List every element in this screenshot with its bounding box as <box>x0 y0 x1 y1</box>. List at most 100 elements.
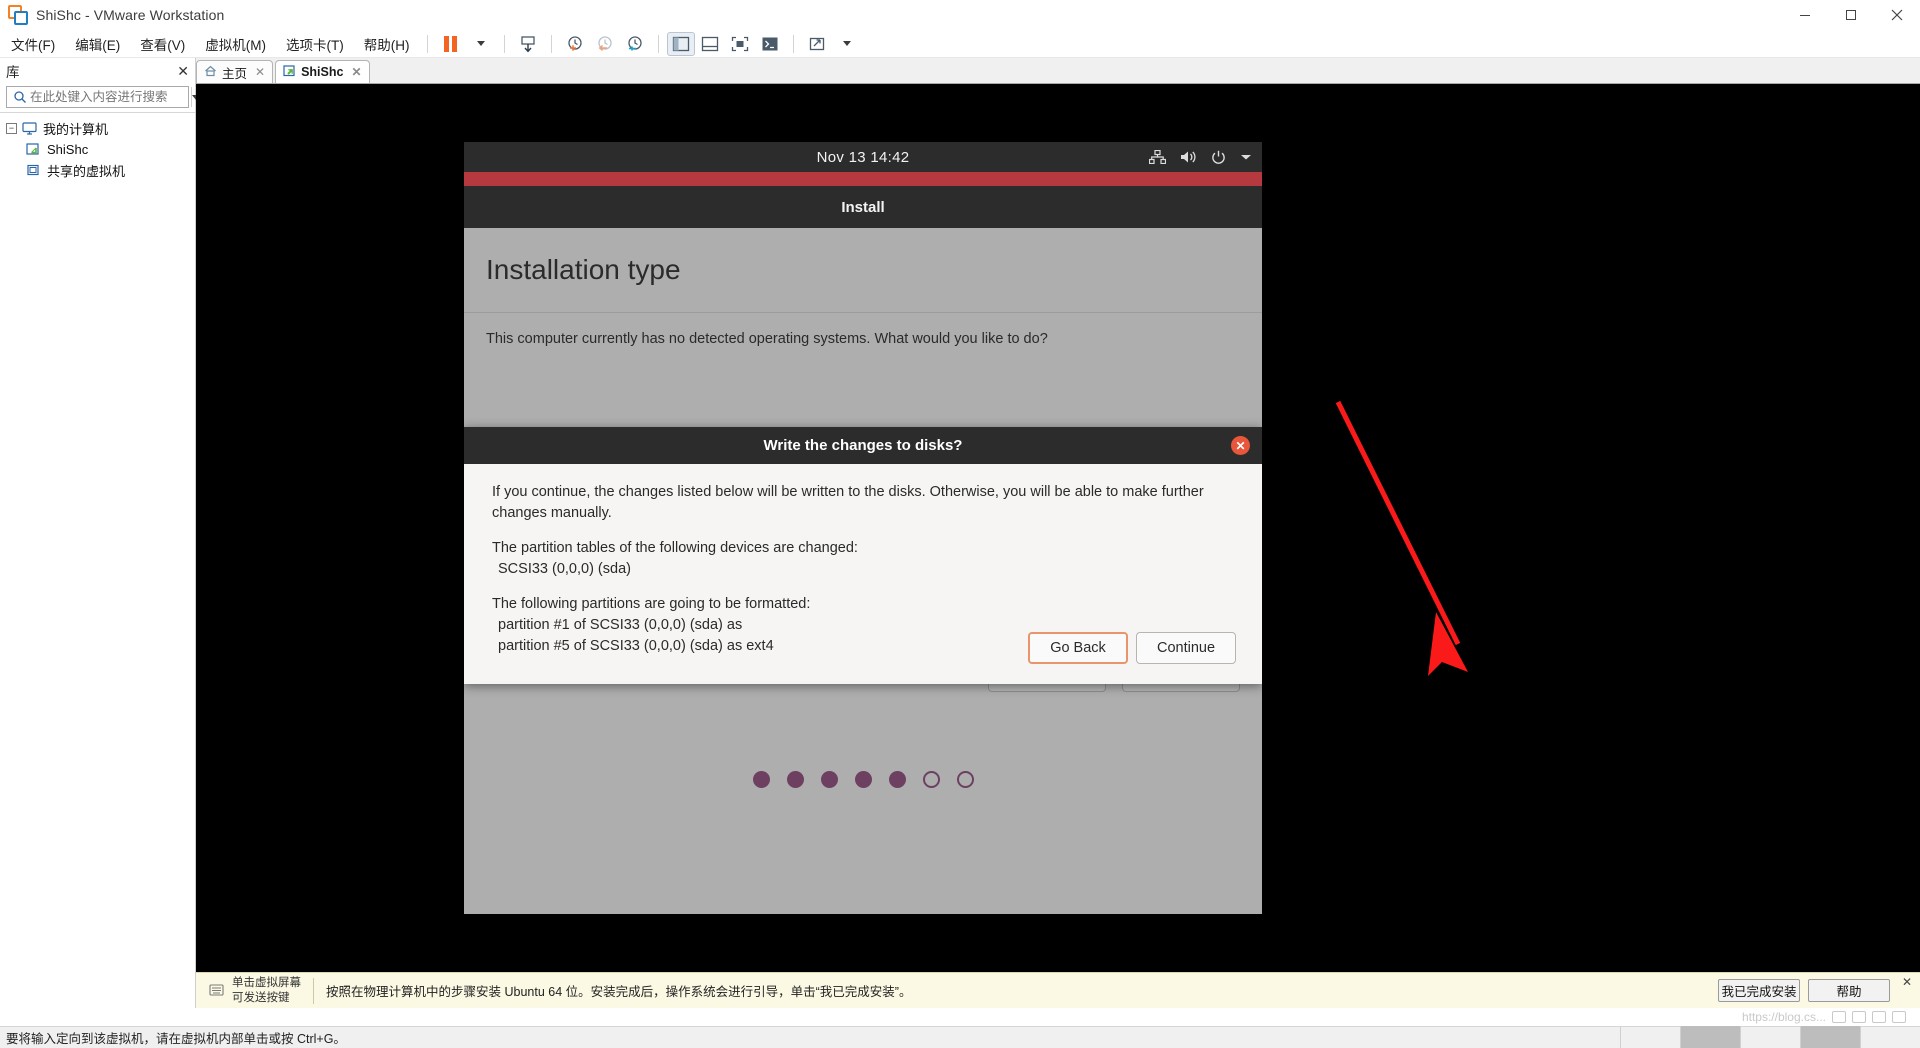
menu-divider <box>792 34 794 53</box>
watermark-icon-1 <box>1832 1011 1846 1023</box>
status-segment <box>1740 1026 1800 1048</box>
watermark-text: https://blog.cs... <box>1741 1010 1826 1024</box>
monitor-icon <box>22 122 38 136</box>
close-button[interactable] <box>1874 0 1920 30</box>
menu-bar: 文件(F) 编辑(E) 查看(V) 虚拟机(M) 选项卡(T) 帮助(H) <box>0 30 1920 58</box>
hint-buttons: 我已完成安装 帮助 <box>1718 979 1890 1002</box>
unity-caret-icon[interactable] <box>832 32 862 56</box>
dropdown-caret-icon[interactable] <box>466 32 496 56</box>
search-icon <box>13 90 27 104</box>
library-close-icon[interactable]: ✕ <box>177 63 189 80</box>
installation-complete-button[interactable]: 我已完成安装 <box>1718 979 1800 1002</box>
status-segment <box>1680 1026 1740 1048</box>
dialog-title-bar: Write the changes to disks? ✕ <box>464 427 1262 464</box>
pause-icon[interactable] <box>436 32 466 56</box>
full-screen-icon[interactable] <box>725 32 755 56</box>
tree-label: 我的计算机 <box>43 122 109 137</box>
library-header: 库 ✕ <box>0 58 195 84</box>
progress-dot <box>820 771 838 788</box>
menu-tabs[interactable]: 选项卡(T) <box>277 31 353 57</box>
keyboard-icon <box>206 983 228 998</box>
tab-home[interactable]: 主页 ✕ <box>196 60 274 83</box>
power-icon[interactable] <box>1211 150 1226 165</box>
dialog-device-line: SCSI33 (0,0,0) (sda) <box>498 561 631 578</box>
window-title: ShiShc - VMware Workstation <box>36 7 225 23</box>
ubuntu-clock: Nov 13 14:42 <box>816 148 910 166</box>
tree-label: 共享的虚拟机 <box>47 164 126 179</box>
progress-dot <box>786 771 804 788</box>
page-subtitle: This computer currently has no detected … <box>486 331 1048 347</box>
vmware-workstation-window: ShiShc - VMware Workstation 文件(F) 编辑(E) … <box>0 0 1920 1048</box>
progress-dot <box>922 771 940 788</box>
ubuntu-top-panel: Nov 13 14:42 <box>464 142 1262 172</box>
shared-vms-icon <box>26 164 42 178</box>
continue-button[interactable]: Continue <box>1136 632 1236 664</box>
menu-help[interactable]: 帮助(H) <box>355 31 419 57</box>
watermark-icon-3 <box>1872 1011 1886 1023</box>
go-back-button[interactable]: Go Back <box>1028 632 1128 664</box>
status-message: 要将输入定向到该虚拟机，请在虚拟机内部单击或按 Ctrl+G。 <box>6 1032 346 1046</box>
menu-divider <box>503 34 505 53</box>
maximize-button[interactable] <box>1828 0 1874 30</box>
status-indicators <box>1620 1026 1920 1048</box>
hint-close-icon[interactable]: ✕ <box>1902 975 1912 989</box>
snapshot-take-icon[interactable] <box>560 32 590 56</box>
ubuntu-system-tray <box>1149 142 1252 172</box>
dialog-title: Write the changes to disks? <box>763 437 963 454</box>
hint-divider <box>313 977 314 1004</box>
dialog-buttons: Go Back Continue <box>1028 632 1236 664</box>
dialog-paragraph-tables: The partition tables of the following de… <box>492 540 858 557</box>
window-controls <box>1782 0 1920 30</box>
status-segment <box>1860 1026 1920 1048</box>
progress-dot <box>888 771 906 788</box>
show-library-icon[interactable] <box>666 31 695 56</box>
menu-view[interactable]: 查看(V) <box>131 31 194 57</box>
hint-message: 按照在物理计算机中的步骤安装 Ubuntu 64 位。安装完成后，操作系统会进行… <box>326 985 912 999</box>
progress-dot <box>956 771 974 788</box>
watermark: https://blog.cs... <box>1742 1010 1906 1024</box>
tab-shishc[interactable]: ShiShc ✕ <box>275 60 370 83</box>
dialog-body: If you continue, the changes listed belo… <box>464 464 1262 657</box>
library-search-box[interactable] <box>6 86 200 108</box>
help-button[interactable]: 帮助 <box>1808 979 1890 1002</box>
vmware-logo-icon <box>8 5 28 25</box>
tab-close-icon[interactable]: ✕ <box>351 65 361 79</box>
tree-item-shared-vms[interactable]: 共享的虚拟机 <box>0 160 195 181</box>
menu-file[interactable]: 文件(F) <box>2 31 64 57</box>
dialog-paragraph-intro: If you continue, the changes listed belo… <box>492 484 1204 522</box>
tree-item-shishc[interactable]: ShiShc <box>0 139 195 160</box>
tab-close-icon[interactable]: ✕ <box>255 65 265 79</box>
watermark-icon-4 <box>1892 1011 1906 1023</box>
progress-dot <box>854 771 872 788</box>
ubuntu-accent-bar <box>464 172 1262 186</box>
vm-icon <box>283 64 296 80</box>
status-segment <box>1620 1026 1680 1048</box>
expander-icon[interactable]: − <box>6 123 17 134</box>
chevron-down-icon[interactable] <box>1240 153 1252 161</box>
menu-divider <box>550 34 552 53</box>
tab-label: ShiShc <box>301 65 344 79</box>
send-ctrl-alt-del-icon[interactable] <box>513 32 543 56</box>
network-icon[interactable] <box>1149 150 1166 164</box>
hint-key-text: 单击虚拟屏幕 可发送按键 <box>232 976 301 1005</box>
menu-vm[interactable]: 虚拟机(M) <box>196 31 275 57</box>
dialog-paragraph-formatted: The following partitions are going to be… <box>492 596 811 613</box>
volume-icon[interactable] <box>1180 150 1197 164</box>
tree-label: ShiShc <box>47 142 89 157</box>
search-input[interactable] <box>30 90 191 104</box>
menu-edit[interactable]: 编辑(E) <box>66 31 129 57</box>
unity-mode-icon[interactable] <box>802 32 832 56</box>
console-view-icon[interactable] <box>755 32 785 56</box>
minimize-button[interactable] <box>1782 0 1828 30</box>
library-title: 库 <box>6 65 20 80</box>
title-bar: ShiShc - VMware Workstation <box>0 0 1920 30</box>
snapshot-revert-icon[interactable] <box>590 32 620 56</box>
dialog-close-icon[interactable]: ✕ <box>1231 436 1250 455</box>
page-title: Installation type <box>464 228 1262 313</box>
menu-divider <box>657 34 659 53</box>
snapshot-manager-icon[interactable] <box>620 32 650 56</box>
tree-item-my-computer[interactable]: − 我的计算机 <box>0 118 195 139</box>
show-thumbnails-icon[interactable] <box>695 32 725 56</box>
library-panel: 库 ✕ − <box>0 58 200 1008</box>
vm-icon <box>26 143 42 157</box>
